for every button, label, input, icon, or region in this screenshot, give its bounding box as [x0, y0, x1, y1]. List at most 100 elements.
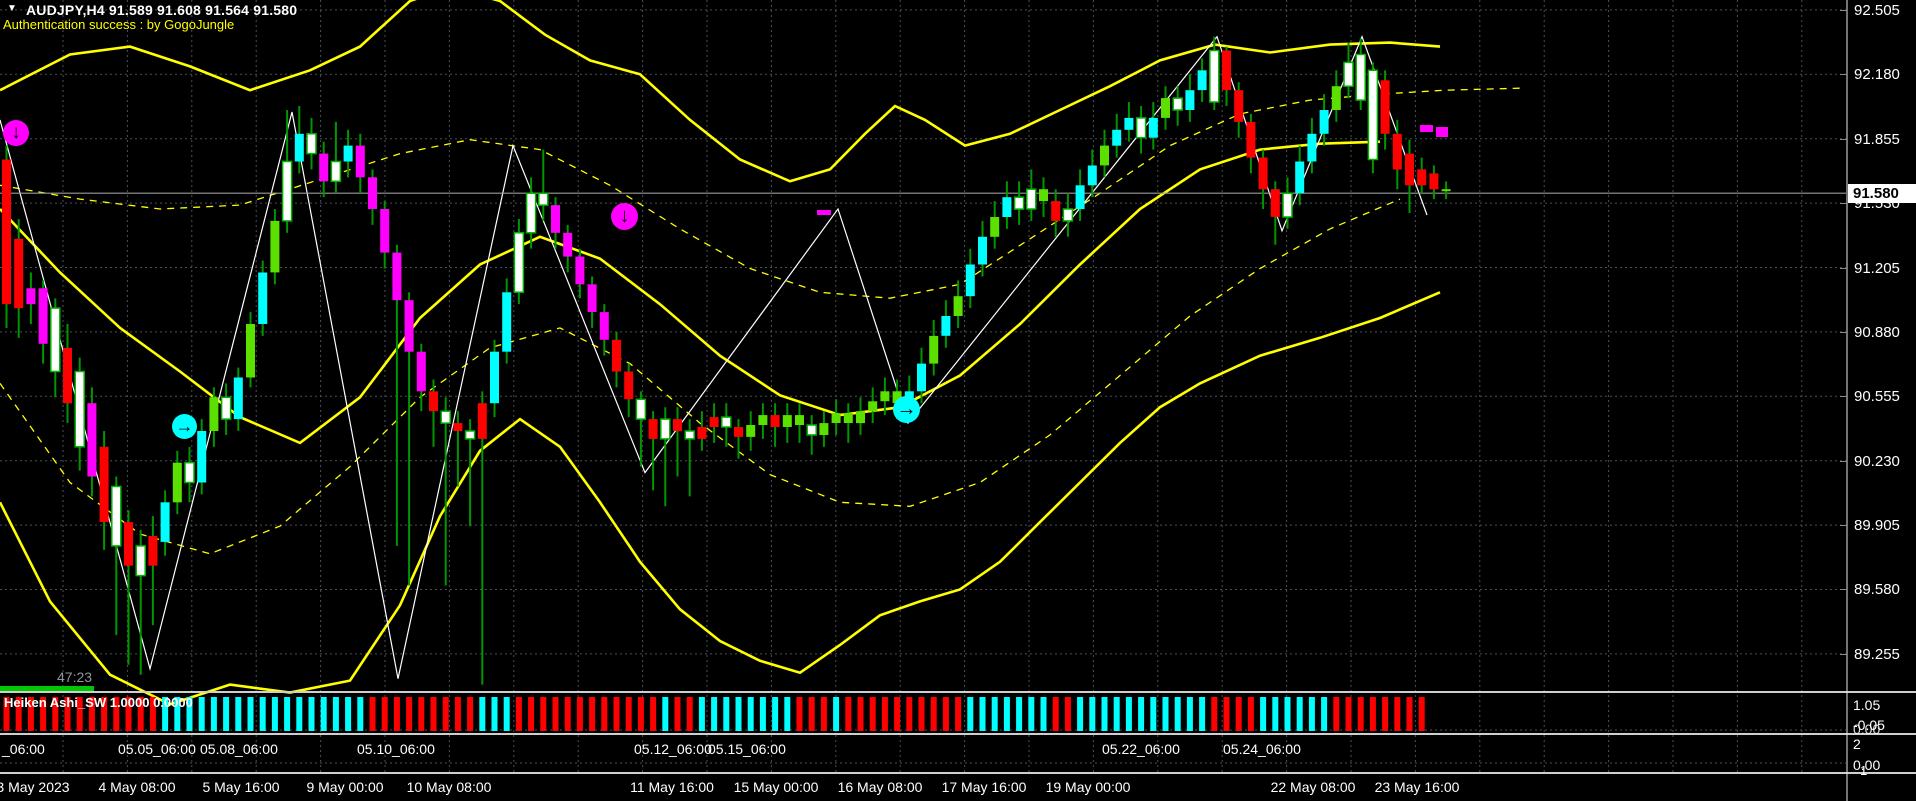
candle-body [209, 397, 219, 431]
heiken-bar [1052, 697, 1059, 731]
price-axis-tick [1840, 331, 1847, 333]
candle-body [281, 160, 293, 222]
candle-body [1319, 110, 1329, 134]
heiken-bar [845, 697, 852, 731]
candle-body [917, 363, 926, 392]
heiken-bar [223, 697, 230, 731]
candle-body [563, 232, 573, 257]
time-axis-label: 15 May 00:00 [733, 779, 819, 795]
candle-body [575, 256, 585, 285]
countdown-progress-bar [0, 686, 94, 691]
candle-body [306, 133, 317, 155]
candle-body [721, 416, 732, 428]
candle-body [148, 536, 158, 566]
candle-body [246, 324, 255, 378]
candle-body [1429, 173, 1439, 190]
heiken-scale-min: -0.05 [1853, 717, 1885, 733]
candle-body [1343, 61, 1354, 87]
price-axis-tick [1840, 460, 1847, 462]
candle-body [453, 423, 463, 431]
dates-pane-scale-max: 2 [1853, 736, 1861, 752]
price-axis-tick [1840, 74, 1847, 76]
time-axis-label: 9 May 00:00 [306, 779, 384, 795]
candle-body [343, 145, 353, 162]
signal-tick [1436, 127, 1448, 137]
candle-body [1405, 153, 1414, 186]
candle-body [868, 401, 878, 412]
heiken-bar [1016, 697, 1023, 731]
candle-body [806, 424, 817, 436]
candle-body [990, 217, 1000, 237]
session-date-label: 05.08_06:00 [200, 741, 278, 757]
candle-body [684, 430, 695, 440]
candle-body [160, 502, 170, 542]
candle-body [464, 430, 476, 440]
candle-body [404, 300, 414, 352]
candle-body [551, 205, 560, 233]
heiken-bar [1235, 697, 1242, 731]
heiken-bar [1138, 697, 1145, 731]
heiken-bar [711, 697, 718, 731]
price-axis-label: 90.555 [1854, 388, 1900, 406]
heiken-bar [1284, 697, 1291, 731]
candle-body [513, 232, 525, 293]
heiken-bar [418, 697, 425, 731]
candle-body [1062, 208, 1074, 222]
candle-body [1185, 90, 1195, 110]
heiken-bar [345, 697, 352, 731]
symbol-ohlc-title: AUDJPY,H4 91.589 91.608 91.564 91.580 [26, 2, 298, 18]
candle-body [330, 160, 342, 183]
price-axis-label: 89.905 [1854, 517, 1900, 535]
candle-body [660, 418, 671, 440]
candle-body [1100, 145, 1109, 166]
heiken-bar [1272, 697, 1279, 731]
price-axis-label: 90.880 [1854, 323, 1900, 341]
session-date-label: 05.15_06:00 [708, 741, 786, 757]
dates-pane-scale-ghost: 1 [1860, 763, 1868, 778]
heiken-bar [735, 697, 742, 731]
candle-body [135, 545, 146, 577]
candle-body [1367, 69, 1379, 161]
session-date-label: 05.12_06:00 [634, 741, 712, 757]
candle-body [416, 351, 426, 392]
candle-body [26, 288, 36, 305]
heiken-bar [747, 697, 754, 731]
heiken-bar [1308, 697, 1315, 731]
candle-body [709, 417, 719, 427]
candle-body [184, 461, 195, 484]
heiken-bar [576, 697, 583, 731]
heiken-bar [1089, 697, 1096, 731]
candle-body [880, 391, 890, 402]
candle-body [1075, 185, 1085, 210]
candle-body [440, 410, 451, 424]
heiken-bar [930, 697, 937, 731]
candle-body [50, 307, 61, 373]
heiken-bar [296, 697, 303, 731]
candle-body [1222, 50, 1231, 91]
candle-body [770, 415, 780, 427]
heiken-bar [1394, 697, 1401, 731]
heiken-bar [1162, 697, 1169, 731]
heiken-bar [479, 697, 486, 731]
candle-body [673, 419, 682, 431]
candle-body [1051, 201, 1061, 221]
heiken-bar [894, 697, 901, 731]
candle-body [111, 485, 122, 547]
heiken-bar [1199, 697, 1206, 731]
candle-body [1441, 189, 1451, 192]
candle-body [635, 398, 647, 420]
symbol-dropdown-icon[interactable]: ▼ [7, 3, 17, 14]
heiken-bar [906, 697, 913, 731]
candle-body [490, 351, 499, 404]
heiken-bar [881, 697, 888, 731]
heiken-bar [674, 697, 681, 731]
candle-body [258, 272, 268, 324]
price-chart-canvas[interactable] [0, 0, 1916, 801]
candle-body [502, 292, 512, 352]
pane-separator [0, 772, 1916, 774]
heiken-bar [430, 697, 437, 731]
heiken-bar [454, 697, 461, 731]
heiken-bar [442, 697, 449, 731]
candle-body [941, 316, 951, 336]
candle-body [368, 177, 377, 209]
